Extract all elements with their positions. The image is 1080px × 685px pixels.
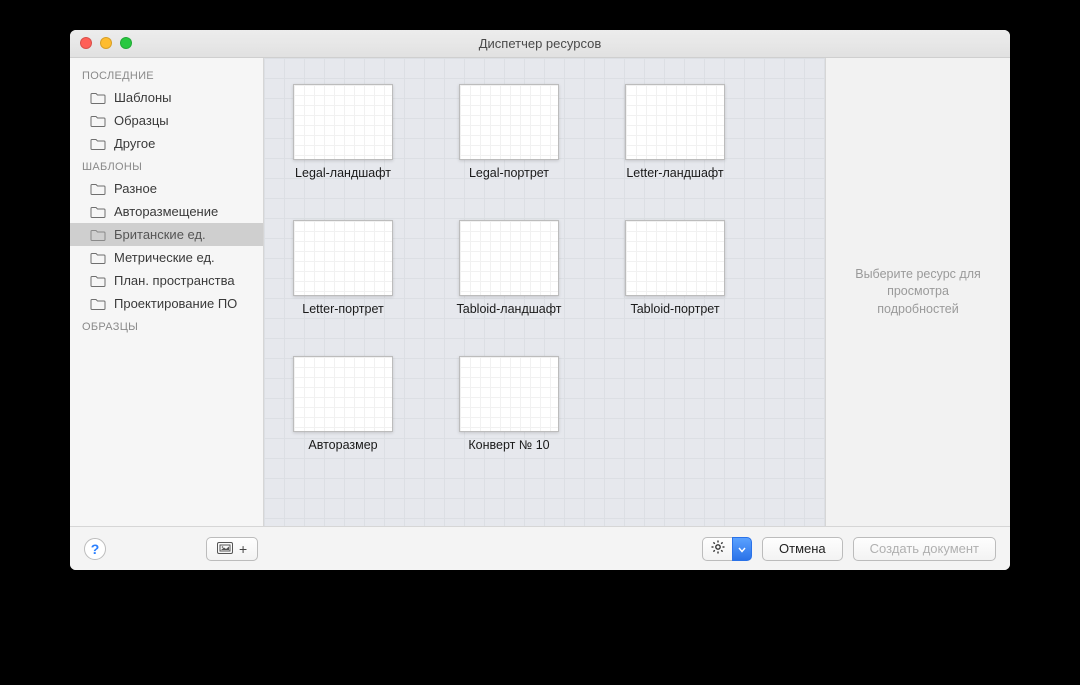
template-label: Letter-портрет <box>302 302 383 316</box>
sidebar-item-label: Другое <box>114 136 155 151</box>
template-thumbnail <box>459 356 559 432</box>
folder-icon <box>90 206 106 218</box>
close-window-button[interactable] <box>80 37 92 49</box>
create-label: Создать документ <box>870 541 979 556</box>
window-body: ПОСЛЕДНИЕ Шаблоны Образцы Другое ШАБЛОНЫ Разн… <box>70 58 1010 526</box>
cancel-button[interactable]: Отмена <box>762 537 843 561</box>
template-item[interactable]: Авторазмер <box>288 356 398 452</box>
traffic-lights <box>80 37 132 49</box>
template-thumbnail <box>293 356 393 432</box>
folder-icon <box>90 115 106 127</box>
sidebar-item-label: Британские ед. <box>114 227 206 242</box>
template-thumbnail <box>625 220 725 296</box>
template-item[interactable]: Legal-портрет <box>454 84 564 180</box>
sidebar-item-label: Метрические ед. <box>114 250 215 265</box>
footer-toolbar: ? + <box>70 526 1010 570</box>
import-icon <box>217 540 235 557</box>
folder-icon <box>90 298 106 310</box>
gear-dropdown[interactable] <box>732 537 752 561</box>
template-label: Letter-ландшафт <box>626 166 723 180</box>
template-label: Tabloid-ландшафт <box>457 302 562 316</box>
template-thumbnail <box>459 220 559 296</box>
template-label: Авторазмер <box>308 438 377 452</box>
sidebar-item[interactable]: Авторазмещение <box>70 200 263 223</box>
sidebar: ПОСЛЕДНИЕ Шаблоны Образцы Другое ШАБЛОНЫ Разн… <box>70 58 264 526</box>
sidebar-item-label: План. пространства <box>114 273 235 288</box>
import-plus-label: + <box>239 541 247 557</box>
sidebar-item[interactable]: Шаблоны <box>70 86 263 109</box>
folder-icon <box>90 275 106 287</box>
zoom-window-button[interactable] <box>120 37 132 49</box>
template-label: Конверт № 10 <box>468 438 549 452</box>
template-thumbnail <box>459 84 559 160</box>
sidebar-item[interactable]: Образцы <box>70 109 263 132</box>
gear-icon <box>710 539 726 558</box>
template-grid: Legal-ландшафт Legal-портрет Letter-ландша… <box>264 58 826 526</box>
template-label: Legal-портрет <box>469 166 549 180</box>
minimize-window-button[interactable] <box>100 37 112 49</box>
sidebar-section-header: ОБРАЗЦЫ <box>70 315 263 337</box>
sidebar-item-label: Проектирование ПО <box>114 296 237 311</box>
inspector-placeholder: Выберите ресурс для просмотра подробност… <box>846 266 990 319</box>
resource-manager-window: Диспетчер ресурсов ПОСЛЕДНИЕ Шаблоны Образ… <box>70 30 1010 570</box>
sidebar-item[interactable]: Метрические ед. <box>70 246 263 269</box>
sidebar-item-label: Авторазмещение <box>114 204 218 219</box>
template-item[interactable]: Letter-ландшафт <box>620 84 730 180</box>
import-button[interactable]: + <box>206 537 258 561</box>
template-item[interactable]: Legal-ландшафт <box>288 84 398 180</box>
sidebar-section-header: ПОСЛЕДНИЕ <box>70 64 263 86</box>
help-icon: ? <box>91 541 100 557</box>
template-thumbnail <box>293 84 393 160</box>
sidebar-item-label: Разное <box>114 181 157 196</box>
template-thumbnail <box>625 84 725 160</box>
create-document-button[interactable]: Создать документ <box>853 537 996 561</box>
sidebar-section-header: ШАБЛОНЫ <box>70 155 263 177</box>
sidebar-item[interactable]: Британские ед. <box>70 223 263 246</box>
chevron-down-icon <box>738 541 746 556</box>
action-menu <box>702 537 752 561</box>
sidebar-item[interactable]: Проектирование ПО <box>70 292 263 315</box>
folder-icon <box>90 183 106 195</box>
sidebar-item-label: Шаблоны <box>114 90 172 105</box>
titlebar: Диспетчер ресурсов <box>70 30 1010 58</box>
inspector-panel: Выберите ресурс для просмотра подробност… <box>826 58 1010 526</box>
help-button[interactable]: ? <box>84 538 106 560</box>
window-title: Диспетчер ресурсов <box>70 36 1010 51</box>
template-item[interactable]: Tabloid-портрет <box>620 220 730 316</box>
template-thumbnail <box>293 220 393 296</box>
folder-icon <box>90 92 106 104</box>
sidebar-item[interactable]: План. пространства <box>70 269 263 292</box>
template-item[interactable]: Letter-портрет <box>288 220 398 316</box>
cancel-label: Отмена <box>779 541 826 556</box>
sidebar-item[interactable]: Разное <box>70 177 263 200</box>
sidebar-item[interactable]: Другое <box>70 132 263 155</box>
template-label: Legal-ландшафт <box>295 166 391 180</box>
folder-icon <box>90 138 106 150</box>
gear-button[interactable] <box>702 537 732 561</box>
template-item[interactable]: Конверт № 10 <box>454 356 564 452</box>
sidebar-item-label: Образцы <box>114 113 169 128</box>
template-label: Tabloid-портрет <box>630 302 719 316</box>
template-item[interactable]: Tabloid-ландшафт <box>454 220 564 316</box>
folder-icon <box>90 229 106 241</box>
folder-icon <box>90 252 106 264</box>
